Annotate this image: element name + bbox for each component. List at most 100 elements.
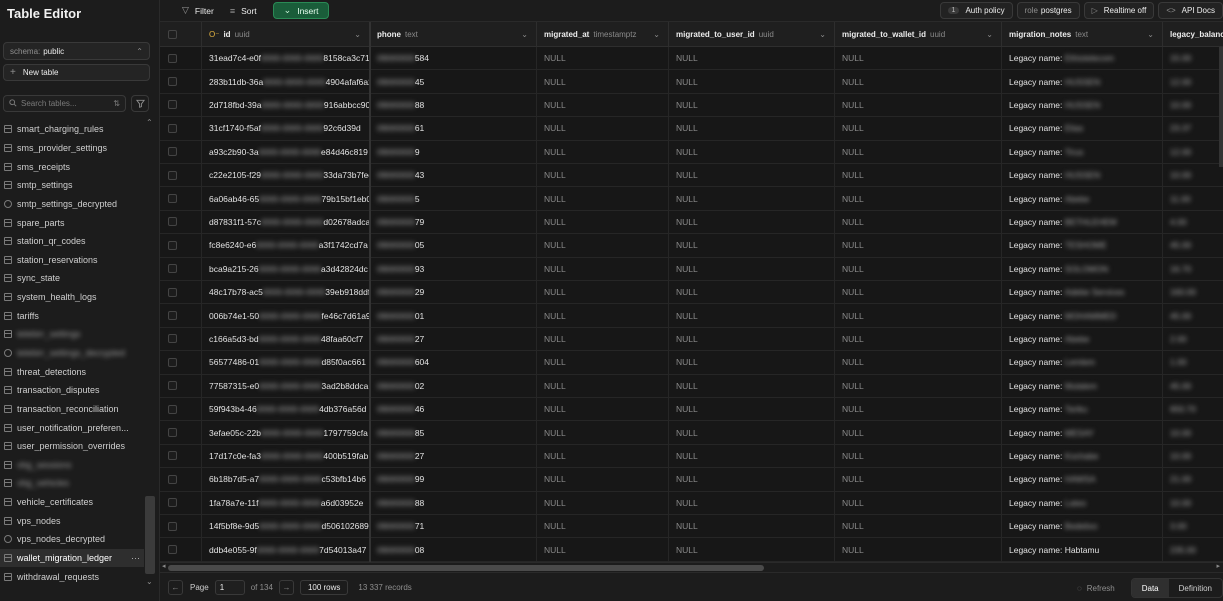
more-options-icon[interactable]: ···: [131, 553, 140, 563]
id-cell[interactable]: d87831f1-57c 0000-0000-0000 d02678adca: [202, 210, 370, 234]
migration-notes-cell[interactable]: Legacy name: HAWSA: [1002, 468, 1163, 491]
null-cell[interactable]: NULL: [835, 491, 1002, 514]
null-cell[interactable]: NULL: [537, 70, 669, 93]
migration-notes-cell[interactable]: Legacy name: Habtamu: [1002, 538, 1163, 561]
id-cell[interactable]: 77587315-e0 0000-0000-0000 3ad2b8ddca: [202, 374, 370, 397]
id-cell[interactable]: bca9a215-26 0000-0000-0000 a3d42824dc: [202, 257, 370, 280]
legacy-balance-cell[interactable]: 2.00: [1163, 328, 1223, 350]
null-cell[interactable]: NULL: [669, 468, 835, 491]
migration-notes-cell[interactable]: Legacy name: Adebe Services: [1002, 281, 1163, 304]
scroll-left-icon[interactable]: ◂: [162, 562, 166, 570]
null-cell[interactable]: NULL: [537, 304, 669, 327]
migration-notes-cell[interactable]: Legacy name: HUSSEN: [1002, 93, 1163, 117]
migration-notes-cell[interactable]: Legacy name: Elias: [1002, 117, 1163, 140]
tab-definition[interactable]: Definition: [1169, 579, 1222, 597]
migration-notes-cell[interactable]: Legacy name: TESHOME: [1002, 234, 1163, 257]
prev-page-button[interactable]: ←: [168, 579, 183, 595]
migration-notes-cell[interactable]: Legacy name: Bedelixo: [1002, 515, 1163, 538]
id-cell[interactable]: fc8e6240-e6 0000-0000-0000 a3f1742cd7a: [202, 234, 370, 257]
sidebar-table-item[interactable]: tariffs: [0, 306, 144, 325]
null-cell[interactable]: NULL: [537, 515, 669, 538]
null-cell[interactable]: NULL: [835, 117, 1002, 140]
legacy-balance-cell[interactable]: 650.70: [1163, 398, 1223, 420]
null-cell[interactable]: NULL: [835, 164, 1002, 187]
sidebar-table-item[interactable]: telebirr_settings_decrypted: [0, 344, 144, 363]
null-cell[interactable]: NULL: [835, 421, 1002, 444]
id-cell[interactable]: c166a5d3-bd 0000-0000-0000 48faa60cf7: [202, 327, 370, 351]
null-cell[interactable]: NULL: [537, 327, 669, 351]
null-cell[interactable]: NULL: [669, 304, 835, 327]
null-cell[interactable]: NULL: [835, 234, 1002, 257]
null-cell[interactable]: NULL: [537, 444, 669, 468]
sidebar-table-item[interactable]: smtp_settings: [0, 176, 144, 195]
phone-cell[interactable]: 09000000 45: [370, 70, 537, 93]
null-cell[interactable]: NULL: [835, 140, 1002, 163]
chevron-down-icon[interactable]: ⌄: [521, 30, 528, 39]
legacy-balance-cell[interactable]: 10.00: [1163, 164, 1223, 186]
null-cell[interactable]: NULL: [537, 351, 669, 374]
legacy-balance-cell[interactable]: 11.00: [1163, 187, 1223, 209]
phone-cell[interactable]: 09000000 604: [370, 351, 537, 374]
phone-cell[interactable]: 09000000 88: [370, 491, 537, 514]
null-cell[interactable]: NULL: [537, 187, 669, 210]
phone-cell[interactable]: 09000000 61: [370, 117, 537, 140]
id-cell[interactable]: 31cf1740-f5af 0000-0000-0000 92c6d39d: [202, 117, 370, 140]
row-checkbox[interactable]: [168, 498, 177, 508]
legacy-balance-cell[interactable]: 10.00: [1163, 94, 1223, 116]
row-checkbox[interactable]: [168, 240, 177, 250]
null-cell[interactable]: NULL: [669, 515, 835, 538]
legacy-balance-cell[interactable]: 12.00: [1163, 141, 1223, 163]
rows-per-page-button[interactable]: 100 rows: [299, 579, 349, 595]
null-cell[interactable]: NULL: [537, 468, 669, 491]
null-cell[interactable]: NULL: [537, 234, 669, 257]
id-cell[interactable]: a93c2b90-3a 0000-0000-0000 e84d46c819: [202, 140, 370, 163]
column-header[interactable]: migrated_to_wallet_id uuid ⌄: [835, 22, 1002, 47]
role-select[interactable]: role postgres: [1016, 2, 1080, 19]
id-cell[interactable]: 6b18b7d5-a7 0000-0000-0000 c53bfb14b6: [202, 468, 370, 491]
migration-notes-cell[interactable]: Legacy name: Lemlem: [1002, 351, 1163, 374]
phone-cell[interactable]: 09000000 584: [370, 47, 537, 70]
id-cell[interactable]: 006b74e1-50 0000-0000-0000 fe46c7d61a9: [202, 304, 370, 327]
row-checkbox[interactable]: [168, 147, 177, 157]
row-checkbox[interactable]: [168, 287, 177, 297]
sidebar-table-item[interactable]: station_qr_codes: [0, 232, 144, 251]
id-cell[interactable]: 3efae05c-22b 0000-0000-0000 1797759cfa: [202, 421, 370, 444]
phone-cell[interactable]: 09000000 43: [370, 164, 537, 187]
sidebar-table-item[interactable]: wallet_migration_ledger ···: [0, 548, 144, 568]
column-header[interactable]: migrated_to_user_id uuid ⌄: [669, 22, 835, 47]
search-tables-input[interactable]: Search tables... ⇅: [3, 95, 126, 112]
null-cell[interactable]: NULL: [669, 374, 835, 397]
legacy-balance-cell[interactable]: 21.00: [1163, 468, 1223, 490]
phone-cell[interactable]: 09000000 29: [370, 281, 537, 304]
migration-notes-cell[interactable]: Legacy name: SOLOMON: [1002, 257, 1163, 280]
null-cell[interactable]: NULL: [669, 351, 835, 374]
api-docs-button[interactable]: <> API Docs: [1158, 2, 1223, 19]
null-cell[interactable]: NULL: [669, 257, 835, 280]
sidebar-table-item[interactable]: station_reservations: [0, 250, 144, 269]
row-checkbox[interactable]: [168, 545, 177, 555]
row-checkbox[interactable]: [168, 100, 177, 110]
null-cell[interactable]: NULL: [669, 140, 835, 163]
phone-cell[interactable]: 09000000 93: [370, 257, 537, 280]
null-cell[interactable]: NULL: [669, 327, 835, 351]
schema-select[interactable]: schema: public ⌃: [3, 42, 150, 60]
phone-cell[interactable]: 09000000 85: [370, 421, 537, 444]
sidebar-table-item[interactable]: vehicle_certificates: [0, 493, 144, 512]
chevron-down-icon[interactable]: ⌄: [653, 30, 660, 39]
sidebar-table-item[interactable]: transaction_disputes: [0, 381, 144, 400]
migration-notes-cell[interactable]: Legacy name: MESAY: [1002, 421, 1163, 444]
null-cell[interactable]: NULL: [669, 187, 835, 210]
null-cell[interactable]: NULL: [835, 351, 1002, 374]
id-cell[interactable]: 6a06ab46-65 0000-0000-0000 79b15bf1eb0: [202, 187, 370, 210]
row-checkbox[interactable]: [168, 357, 177, 367]
filter-button[interactable]: ▽ Filter: [174, 2, 222, 20]
sidebar-table-item[interactable]: user_permission_overrides: [0, 437, 144, 456]
null-cell[interactable]: NULL: [537, 398, 669, 421]
id-cell[interactable]: 1fa78a7e-11f 0000-0000-0000 a6d03952e: [202, 491, 370, 514]
migration-notes-cell[interactable]: Legacy name: HUSSEN: [1002, 70, 1163, 93]
legacy-balance-cell[interactable]: 1.00: [1163, 351, 1223, 373]
null-cell[interactable]: NULL: [669, 538, 835, 561]
id-cell[interactable]: c22e2105-f29 0000-0000-0000 33da73b7fec: [202, 164, 370, 187]
null-cell[interactable]: NULL: [669, 164, 835, 187]
null-cell[interactable]: NULL: [669, 421, 835, 444]
